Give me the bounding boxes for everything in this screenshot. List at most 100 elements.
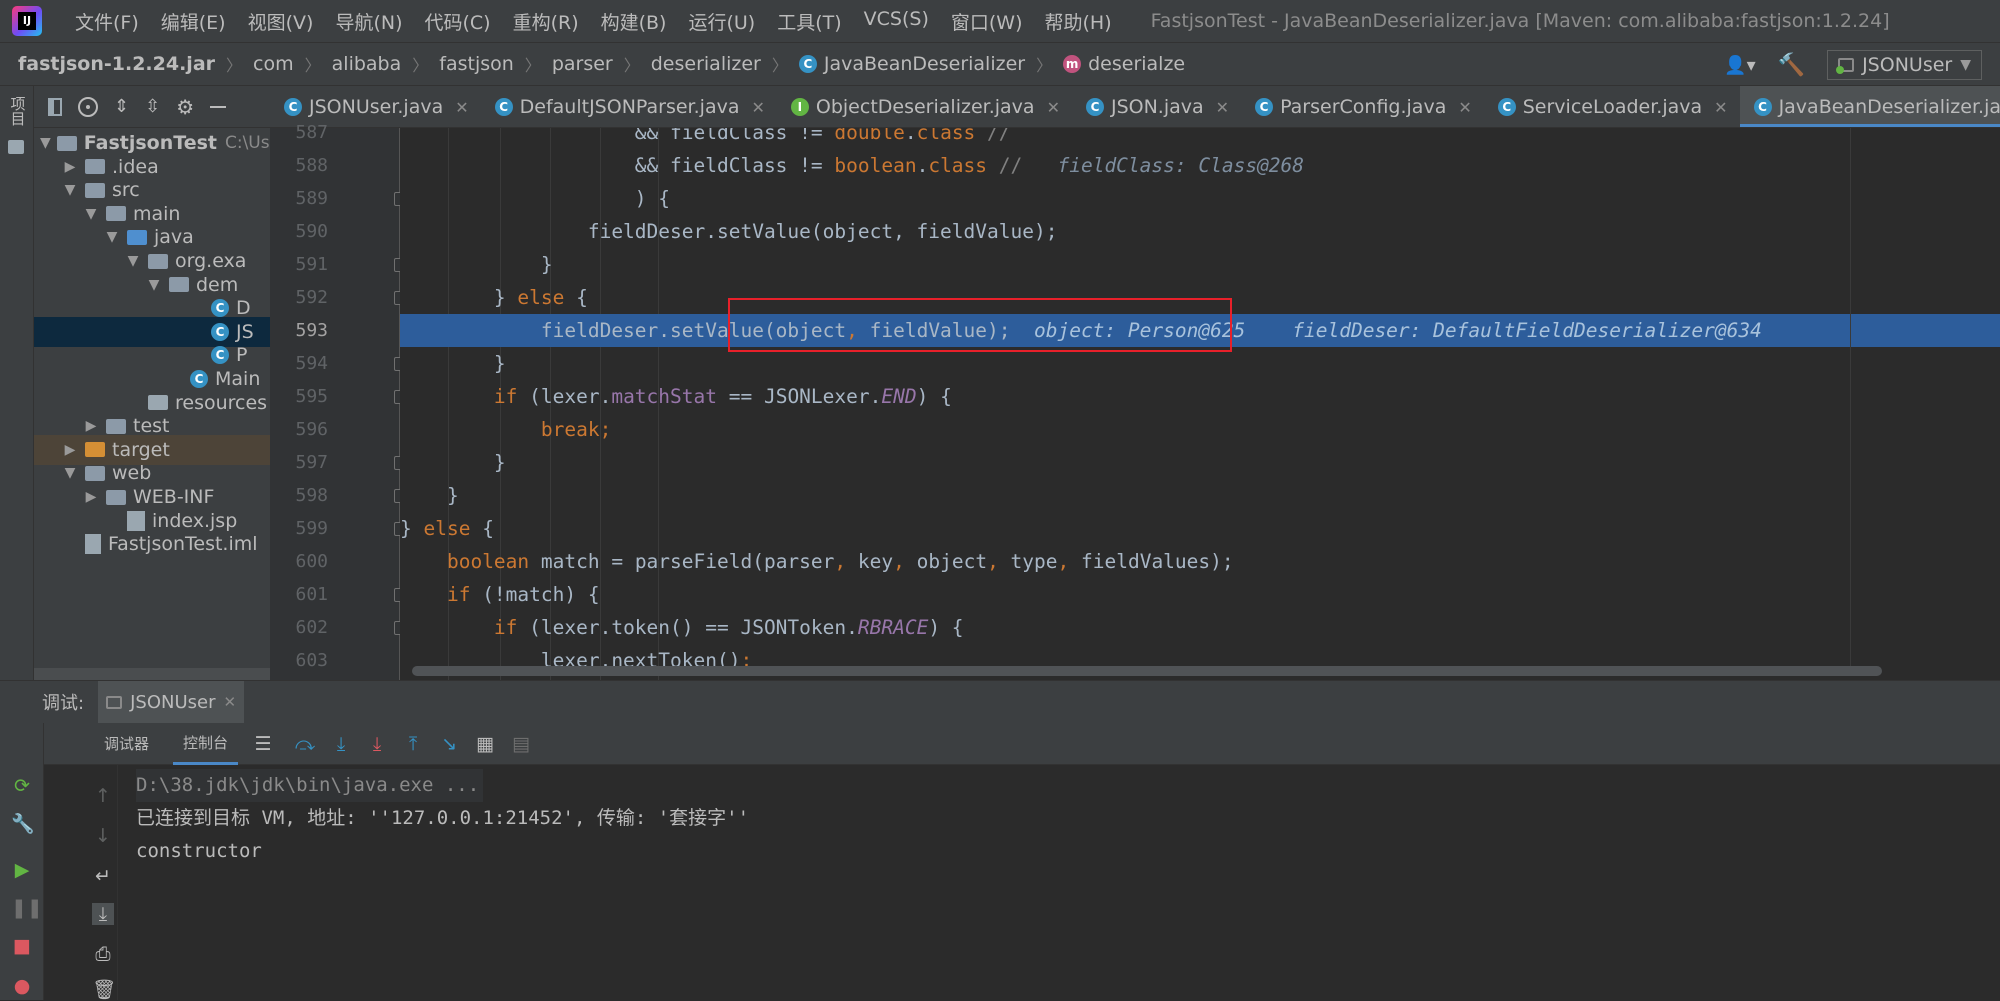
code-line[interactable]: } [400,248,2000,281]
breadcrumb-item[interactable]: deserializer [651,53,761,75]
code-line[interactable]: } [400,446,2000,479]
hide-panel-icon[interactable] [210,105,227,108]
locate-target-icon[interactable] [78,96,98,117]
editor-tab[interactable]: C JSON.java ✕ [1072,86,1241,127]
soft-wrap-icon[interactable]: ↵ [92,865,114,887]
highlight-annotation-box [728,298,1232,352]
chevron-right-icon[interactable]: ▶ [61,159,79,175]
menu-item-6[interactable]: 构建(B) [590,8,678,35]
menu-lines-icon[interactable]: ☰ [252,733,274,755]
close-tab-icon[interactable]: ✕ [1714,98,1727,117]
menu-item-9[interactable]: VCS(S) [853,8,940,35]
debug-tab[interactable]: 控制台 [173,723,239,765]
editor-horizontal-scrollbar[interactable] [412,666,1882,676]
code-line[interactable]: } else { [400,512,2000,545]
breadcrumb-item[interactable]: alibaba [332,53,402,75]
tree-item[interactable]: FastjsonTest.iml [34,529,270,559]
chevron-down-icon[interactable]: ▼ [103,229,121,245]
evaluate-icon[interactable]: ▦ [474,733,496,755]
panel-layout-icon[interactable] [48,97,62,116]
code-line[interactable]: fieldDeser.setValue(object, fieldValue); [400,215,2000,248]
scroll-to-end-icon[interactable]: ⤓ [92,903,114,925]
code-line[interactable]: boolean match = parseField(parser, key, … [400,545,2000,578]
menu-item-7[interactable]: 运行(U) [677,8,766,35]
build-hammer-icon[interactable]: 🔨 [1778,53,1805,78]
chevron-down-icon[interactable]: ▼ [61,465,79,481]
collapse-all-icon[interactable]: ⇳ [145,96,160,117]
print-icon[interactable]: ⎙ [92,943,114,965]
run-config-label: JSONUser [1862,54,1953,76]
project-horizontal-scrollbar[interactable] [34,668,270,680]
menu-item-5[interactable]: 重构(R) [502,8,590,35]
user-icon[interactable]: 👤▾ [1724,55,1755,76]
force-step-into-icon[interactable]: ⤓ [366,733,388,755]
chevron-right-icon[interactable]: ▶ [82,418,100,434]
debug-tab[interactable]: 调试器 [94,723,159,765]
editor-tab[interactable]: C ServiceLoader.java ✕ [1484,86,1740,127]
menu-item-8[interactable]: 工具(T) [766,8,852,35]
breadcrumb-item[interactable]: com [253,53,294,75]
chevron-right-icon[interactable]: ▶ [82,489,100,505]
menu-item-2[interactable]: 视图(V) [237,8,325,35]
rerun-icon[interactable]: ⟳ [11,775,33,797]
editor-tab[interactable]: I ObjectDeserializer.java ✕ [777,86,1072,127]
breadcrumb-item[interactable]: fastjson [439,53,514,75]
menu-item-10[interactable]: 窗口(W) [940,8,1034,35]
breadcrumb-item[interactable]: m deserialze [1063,53,1185,75]
run-config-selector[interactable]: JSONUser ▼ [1827,50,1982,80]
editor-tab[interactable]: CJavaBeanDeserializer.java✕ [1739,86,2000,127]
menu-item-4[interactable]: 代码(C) [413,8,501,35]
trace-icon[interactable]: ▤ [510,733,532,755]
editor-tab[interactable]: C ParserConfig.java ✕ [1241,86,1484,127]
project-tool-tab[interactable]: 项目 [7,96,27,130]
resume-icon[interactable]: ▶ [11,859,33,881]
stop-icon[interactable]: ■ [11,935,33,957]
code-line[interactable]: && fieldClass != boolean.class // fieldC… [400,149,2000,182]
code-line[interactable]: if (!match) { [400,578,2000,611]
trash-icon[interactable]: 🗑 [92,979,116,1001]
chevron-right-icon[interactable]: ▶ [61,442,79,458]
menu-item-3[interactable]: 导航(N) [324,8,413,35]
code-line[interactable]: break; [400,413,2000,446]
menu-item-1[interactable]: 编辑(E) [150,8,237,35]
code-line[interactable]: && fieldClass != double.class // [400,128,2000,149]
step-into-icon[interactable]: ⤓ [330,733,352,755]
arrow-up-icon[interactable]: ↑ [92,785,114,807]
code-line[interactable]: if (lexer.matchStat == JSONLexer.END) { [400,380,2000,413]
breadcrumb-item[interactable]: fastjson-1.2.24.jar [18,53,215,75]
project-tool-icon[interactable] [8,140,24,154]
editor-tab[interactable]: C DefaultJSONParser.java ✕ [481,86,777,127]
chevron-down-icon[interactable]: ▼ [124,253,142,269]
chevron-down-icon[interactable]: ▼ [40,135,51,151]
chevron-down-icon[interactable]: ▼ [61,182,79,198]
gear-icon[interactable]: ⚙ [176,95,194,119]
code-line[interactable]: if (lexer.token() == JSONToken.RBRACE) { [400,611,2000,644]
chevron-down-icon[interactable]: ▼ [145,277,163,293]
code-token: && fieldClass != [400,154,835,177]
tree-item-label: FastjsonTest.iml [108,533,258,556]
close-icon[interactable]: ✕ [223,693,236,711]
settings-wrench-icon[interactable]: 🔧 [11,813,35,835]
console-output[interactable]: D:\38.jdk\jdk\bin\java.exe ... 已连接到目标 VM,… [136,769,1996,999]
step-out-icon[interactable]: ⤒ [402,733,424,755]
expand-all-icon[interactable]: ⇕ [114,96,129,117]
code-line[interactable]: ) { [400,182,2000,215]
close-tab-icon[interactable]: ✕ [1216,98,1229,117]
step-over-icon[interactable]: ⤼ [294,733,316,755]
close-tab-icon[interactable]: ✕ [455,98,468,117]
close-tab-icon[interactable]: ✕ [751,98,764,117]
pause-icon[interactable]: ❚❚ [11,897,43,919]
chevron-down-icon[interactable]: ▼ [82,206,100,222]
code-editor[interactable]: && fieldClass != double.class // && fiel… [400,128,2000,680]
code-line[interactable]: } [400,479,2000,512]
menu-item-0[interactable]: 文件(F) [64,8,150,35]
debug-session-tab[interactable]: JSONUser ✕ [98,681,245,723]
close-tab-icon[interactable]: ✕ [1047,98,1060,117]
breadcrumb-item[interactable]: parser [552,53,613,75]
breadcrumb-item[interactable]: C JavaBeanDeserializer [798,53,1025,75]
run-to-cursor-icon[interactable]: ↘ [438,733,460,755]
menu-item-11[interactable]: 帮助(H) [1034,8,1123,35]
arrow-down-icon[interactable]: ↓ [92,825,114,847]
close-tab-icon[interactable]: ✕ [1458,98,1471,117]
view-breakpoints-icon[interactable]: ● [11,975,33,997]
